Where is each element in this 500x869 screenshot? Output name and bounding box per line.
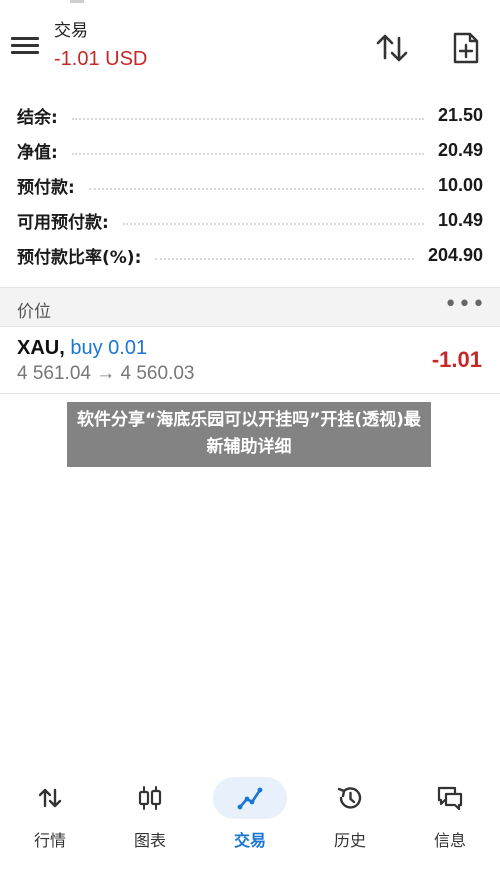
section-title: 价位	[17, 302, 51, 322]
nav-item-history[interactable]: 历史	[300, 772, 400, 869]
nav-item-trade[interactable]: 交易	[200, 772, 300, 869]
sort-arrows-icon[interactable]	[373, 28, 413, 68]
account-profit-subtitle: -1.01 USD	[54, 48, 148, 70]
summary-value: 21.50	[437, 105, 483, 125]
trade-line-icon	[237, 787, 263, 810]
overlay-banner: 软件分享“海底乐园可以开挂吗”开挂(透视)最新辅助详细	[67, 402, 431, 467]
account-summary: 结余: 21.50 净值: 20.49 预付款: 10.00 可用预付款: 10…	[0, 98, 500, 273]
page-title: 交易	[54, 21, 88, 41]
summary-value: 20.49	[437, 140, 483, 160]
position-direction: buy 0.01	[70, 337, 148, 359]
nav-item-messages[interactable]: 信息	[400, 772, 500, 869]
position-symbol: XAU,	[17, 337, 65, 359]
position-profit: -1.01	[431, 347, 482, 372]
summary-label: 净值:	[17, 143, 58, 163]
nav-label: 图表	[133, 831, 166, 850]
nav-item-quotes[interactable]: 行情	[0, 772, 100, 869]
nav-label: 行情	[33, 831, 66, 850]
candlestick-chart-icon	[138, 786, 162, 810]
summary-row-margin: 预付款: 10.00	[0, 168, 500, 203]
summary-row-balance: 结余: 21.50	[0, 98, 500, 133]
summary-value: 10.00	[437, 175, 483, 195]
app-header: 交易 -1.01 USD	[0, 0, 500, 90]
summary-value: 204.90	[427, 245, 483, 265]
dotted-leader	[88, 186, 424, 190]
more-options-icon[interactable]: •••	[444, 292, 486, 317]
status-bar-fragment	[70, 0, 84, 3]
dotted-leader	[71, 151, 424, 155]
summary-label: 预付款:	[17, 178, 75, 198]
nav-item-charts[interactable]: 图表	[100, 772, 200, 869]
banner-text: 软件分享“海底乐园可以开挂吗”开挂(透视)最新辅助详细	[77, 410, 421, 457]
dotted-leader	[71, 116, 424, 120]
position-title: XAU, buy 0.01	[17, 337, 147, 360]
summary-label: 预付款比率(%):	[17, 248, 142, 268]
position-row[interactable]: XAU, buy 0.01 4 561.04 → 4 560.03 -1.01	[0, 327, 500, 394]
new-document-icon[interactable]	[446, 28, 486, 68]
dotted-leader	[155, 256, 414, 260]
summary-row-free-margin: 可用预付款: 10.49	[0, 203, 500, 238]
dotted-leader	[122, 221, 424, 225]
position-prices: 4 561.04 → 4 560.03	[17, 363, 195, 384]
nav-label: 历史	[333, 831, 366, 850]
summary-label: 结余:	[17, 108, 58, 128]
quotes-arrows-icon	[38, 788, 62, 808]
summary-value: 10.49	[437, 210, 483, 230]
messages-icon	[437, 786, 463, 811]
summary-row-equity: 净值: 20.49	[0, 133, 500, 168]
hamburger-menu-icon[interactable]	[10, 33, 40, 59]
summary-label: 可用预付款:	[17, 213, 109, 233]
positions-section-header: 价位 •••	[0, 287, 500, 327]
title-block: 交易 -1.01 USD	[54, 20, 147, 73]
nav-label: 信息	[433, 831, 466, 850]
summary-row-margin-level: 预付款比率(%): 204.90	[0, 238, 500, 273]
nav-label: 交易	[233, 831, 266, 850]
history-clock-icon	[337, 787, 362, 809]
bottom-navigation: 行情 图表 交易 历史 信息	[0, 772, 500, 869]
